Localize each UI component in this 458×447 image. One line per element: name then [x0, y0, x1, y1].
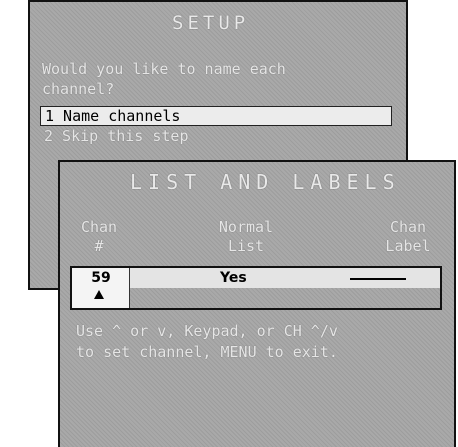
channel-row[interactable]: 59 Yes [70, 266, 442, 310]
list-and-labels-title: LIST AND LABELS [130, 170, 401, 194]
header-label-bottom: Label [385, 237, 431, 255]
header-label-top: Chan [389, 218, 427, 236]
channel-number-cell[interactable]: 59 [72, 268, 130, 308]
header-normal-bottom: List [227, 237, 265, 255]
header-normal-top: Normal [218, 218, 274, 236]
header-chan-bottom: # [94, 237, 104, 255]
channel-number: 59 [91, 270, 111, 286]
normal-list-value[interactable]: Yes [220, 270, 247, 286]
setup-title: SETUP [172, 12, 250, 34]
setup-question-line2: channel? [42, 80, 115, 98]
up-arrow-icon [94, 290, 104, 299]
setup-question-line1: Would you like to name each [42, 60, 286, 78]
header-chan-label: Chan Label [378, 218, 438, 256]
list-and-labels-panel: LIST AND LABELS Chan # Normal List Chan … [58, 160, 456, 447]
option-name-channels[interactable]: 1 Name channels [40, 106, 392, 126]
channel-label-placeholder[interactable] [350, 278, 406, 280]
row-lower-band [130, 288, 440, 308]
instructions-line1: Use ^ or v, Keypad, or CH ^/v [76, 322, 338, 340]
option-skip-step[interactable]: 2 Skip this step [40, 127, 392, 147]
header-chan-top: Chan [80, 218, 118, 236]
header-normal-list: Normal List [206, 218, 286, 256]
instructions-line2: to set channel, MENU to exit. [76, 343, 338, 361]
header-chan-number: Chan # [74, 218, 124, 256]
